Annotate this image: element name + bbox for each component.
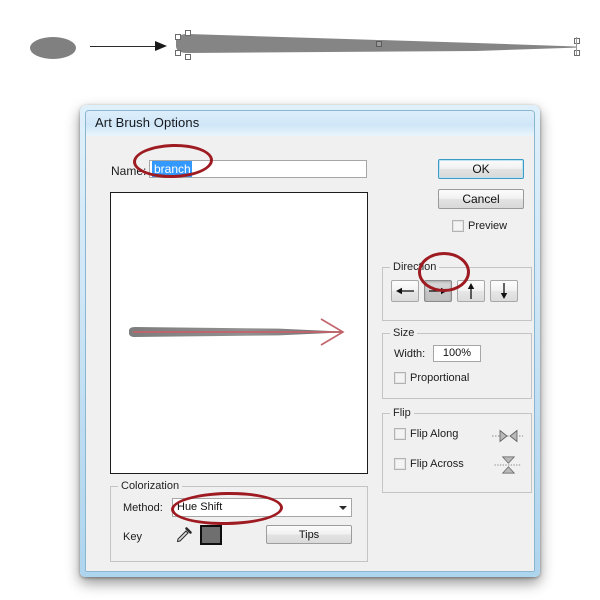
arrow-down-icon xyxy=(500,283,508,299)
annotation-circle-direction-right xyxy=(418,252,470,292)
arrow-left-icon xyxy=(396,287,414,295)
flip-along-row[interactable]: Flip Along xyxy=(394,428,458,440)
flip-along-label: Flip Along xyxy=(410,428,459,440)
anchor-point xyxy=(574,50,580,56)
flip-across-checkbox[interactable] xyxy=(394,458,406,470)
anchor-point xyxy=(574,38,580,44)
proportional-checkbox[interactable] xyxy=(394,372,406,384)
tapered-stroke-svg xyxy=(176,34,576,53)
flip-group: Flip Flip Along Flip Across xyxy=(382,407,532,493)
flip-across-label: Flip Across xyxy=(410,458,464,470)
key-label: Key xyxy=(123,531,142,543)
chevron-down-icon[interactable] xyxy=(339,506,347,510)
cancel-button[interactable]: Cancel xyxy=(438,189,524,209)
art-brush-options-dialog: Art Brush Options Name: branch OK Cancel… xyxy=(80,105,540,577)
anchor-point xyxy=(175,34,181,40)
flip-along-checkbox[interactable] xyxy=(394,428,406,440)
anchor-point xyxy=(185,30,191,36)
flip-across-row[interactable]: Flip Across xyxy=(394,458,464,470)
arrow-up-icon xyxy=(467,283,475,299)
proportional-checkbox-row[interactable]: Proportional xyxy=(394,372,469,384)
size-group: Size Width: 100% Proportional xyxy=(382,327,532,399)
preview-checkbox[interactable] xyxy=(452,220,464,232)
brush-direction-line xyxy=(133,331,341,333)
preview-label: Preview xyxy=(468,220,508,232)
anchor-point xyxy=(376,41,382,47)
anchor-point xyxy=(175,50,181,56)
colorization-group-title: Colorization xyxy=(118,480,183,492)
dialog-titlebar: Art Brush Options xyxy=(86,111,534,137)
ok-button[interactable]: OK xyxy=(438,159,524,179)
flip-group-title: Flip xyxy=(390,407,414,419)
method-label: Method: xyxy=(123,502,163,514)
key-color-swatch[interactable] xyxy=(200,525,222,545)
dialog-title: Art Brush Options xyxy=(95,115,200,130)
tapered-stroke-shape xyxy=(175,24,586,70)
tips-button[interactable]: Tips xyxy=(266,525,352,544)
eyedropper-icon[interactable] xyxy=(175,526,193,544)
anchor-point xyxy=(185,54,191,60)
proportional-label: Proportional xyxy=(410,372,470,384)
source-ellipse-shape xyxy=(30,37,76,59)
preview-checkbox-row[interactable]: Preview xyxy=(452,220,507,232)
dialog-body: Name: branch OK Cancel Preview Direction… xyxy=(86,136,534,571)
artwork-canvas xyxy=(0,0,600,100)
width-input[interactable]: 100% xyxy=(433,345,481,362)
brush-direction-arrow xyxy=(320,318,345,346)
anchor-handle-line xyxy=(576,37,577,55)
dialog-inner: Art Brush Options Name: branch OK Cancel… xyxy=(85,110,535,572)
transform-arrow-head xyxy=(155,41,167,51)
transform-arrow-line xyxy=(90,46,158,47)
brush-preview-box xyxy=(110,192,368,474)
direction-down-button[interactable] xyxy=(490,280,518,302)
width-label: Width: xyxy=(394,348,426,360)
direction-left-button[interactable] xyxy=(391,280,419,302)
size-group-title: Size xyxy=(390,327,418,339)
flip-across-icon xyxy=(494,456,522,474)
flip-along-icon xyxy=(492,429,523,443)
